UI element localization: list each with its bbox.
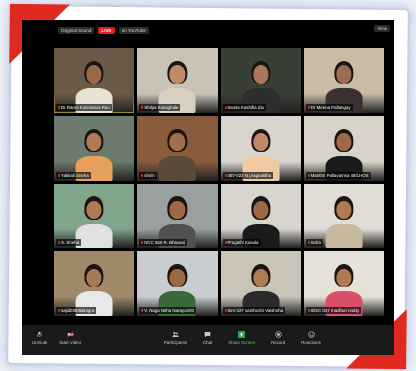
muted-microphone-icon bbox=[224, 241, 227, 245]
muted-microphone-icon bbox=[58, 241, 60, 245]
video-off-icon bbox=[67, 331, 74, 338]
participant-video-tile[interactable]: sajid0363talnigra bbox=[54, 251, 135, 316]
participant-name-label: 487-023 N pragnalitha bbox=[222, 171, 273, 179]
reactions-label: Reactions bbox=[301, 340, 321, 345]
participant-name: shirin bbox=[144, 172, 155, 178]
muted-microphone-icon bbox=[224, 105, 227, 109]
participant-video-tile[interactable]: Pragathi Kasula bbox=[220, 183, 301, 249]
participant-name-label: Dr Meena Pallangay bbox=[305, 103, 353, 111]
live-stream-menu[interactable]: on YouTube bbox=[118, 26, 149, 34]
muted-microphone-icon bbox=[58, 173, 60, 177]
participant-name-label: Yakkali Sneha bbox=[56, 171, 91, 179]
participant-body bbox=[325, 223, 363, 249]
participant-video-tile[interactable]: Sweta Kashifia Zia bbox=[220, 48, 301, 113]
muted-microphone-icon bbox=[224, 309, 227, 312]
participant-body bbox=[75, 223, 113, 249]
participant-name: Yakkali Sneha bbox=[61, 172, 89, 178]
participant-video-tile[interactable]: Sirri 027 santhoshi Vaishnha bbox=[220, 251, 301, 316]
meeting-topbar: Original Sound LIVE on YouTube bbox=[22, 20, 394, 40]
smiley-face-icon bbox=[307, 331, 315, 338]
start-video-button[interactable]: Start Video bbox=[59, 331, 81, 345]
record-button[interactable]: Record bbox=[271, 331, 285, 345]
participant-video-tile[interactable]: Yakkali Sneha bbox=[54, 115, 135, 181]
participant-video-tile[interactable]: V. Naga Nitha Narayo200 bbox=[137, 251, 218, 316]
participant-name-label: S. Sneha bbox=[56, 239, 82, 247]
participant-name-label: Indra bbox=[305, 239, 323, 247]
participant-name-label: Manthri Pallavamsa 48/1HOS bbox=[305, 171, 371, 179]
participant-name: S. Sneha bbox=[61, 240, 80, 246]
muted-microphone-icon bbox=[58, 309, 60, 312]
participant-video-tile[interactable]: Indra bbox=[303, 183, 384, 249]
muted-microphone-icon bbox=[307, 241, 310, 245]
share-screen-label: Share Screen bbox=[228, 340, 256, 345]
participant-name: Pragathi Kasula bbox=[227, 240, 259, 246]
participant-name: IDSC 047 madhuri reddy bbox=[310, 308, 360, 313]
participant-name: Shilpa Kasaghale bbox=[144, 104, 179, 110]
participant-name: NCC 550 R. Bhavani bbox=[144, 240, 186, 246]
participant-name-label: NCC 550 R. Bhavani bbox=[139, 239, 188, 247]
participant-video-tile[interactable]: Dr Meena Pallangay bbox=[303, 48, 384, 113]
participant-video-tile[interactable]: IDSC 047 madhuri reddy bbox=[303, 251, 384, 316]
participant-name: Sirri 027 santhoshi Vaishnha bbox=[227, 308, 284, 313]
participants-icon bbox=[172, 331, 179, 337]
muted-microphone-icon bbox=[141, 105, 144, 109]
participant-name-label: sajid0363talnigra bbox=[56, 307, 97, 314]
participant-name-label: Pragathi Kasula bbox=[222, 239, 261, 247]
start-video-label: Start Video bbox=[59, 340, 82, 345]
participant-name: Indra bbox=[310, 240, 321, 246]
participant-name-label: Sirri 027 santhoshi Vaishnha bbox=[222, 307, 286, 314]
participant-name-label: IDSC 047 madhuri reddy bbox=[305, 307, 362, 314]
muted-microphone-icon bbox=[307, 173, 310, 177]
share-screen-icon bbox=[238, 331, 246, 338]
record-icon bbox=[275, 331, 282, 338]
participant-name: Manthri Pallavamsa 48/1HOS bbox=[310, 172, 369, 178]
chat-label: Chat bbox=[202, 340, 213, 345]
participant-name: Sweta Kashifia Zia bbox=[227, 104, 264, 110]
chat-button[interactable]: Chat bbox=[203, 331, 212, 345]
participant-video-tile[interactable]: shirin bbox=[137, 115, 218, 181]
participant-video-tile[interactable]: 487-023 N pragnalitha bbox=[220, 115, 301, 181]
muted-microphone-icon bbox=[307, 309, 310, 312]
unmute-button[interactable]: Unmute bbox=[32, 331, 47, 345]
participant-name: Dr Meena Pallangay bbox=[310, 104, 351, 110]
live-badge: LIVE bbox=[98, 26, 115, 34]
participant-name: sajid0363talnigra bbox=[61, 308, 95, 313]
participant-name: 487-023 N pragnalitha bbox=[227, 172, 271, 178]
record-label: Record bbox=[271, 340, 286, 345]
participant-video-tile[interactable]: NCC 550 R. Bhavani bbox=[137, 183, 218, 249]
muted-microphone-icon bbox=[307, 105, 310, 109]
muted-microphone-icon bbox=[58, 105, 60, 109]
original-sound-toggle[interactable]: Original Sound bbox=[58, 26, 95, 34]
participant-name-label: shirin bbox=[139, 171, 157, 179]
share-screen-button[interactable]: Share Screen bbox=[228, 331, 255, 345]
zoom-meeting-window: Original Sound LIVE on YouTube View Dr R… bbox=[22, 20, 394, 355]
muted-microphone-icon bbox=[141, 173, 144, 177]
microphone-muted-icon bbox=[36, 331, 43, 338]
participant-body bbox=[158, 155, 196, 181]
chat-bubble-icon bbox=[204, 332, 211, 338]
participant-name-label: V. Naga Nitha Narayo200 bbox=[139, 307, 196, 314]
muted-microphone-icon bbox=[141, 309, 144, 312]
participant-video-tile[interactable]: Shilpa Kasaghale bbox=[137, 48, 218, 113]
muted-microphone-icon bbox=[141, 241, 144, 245]
muted-microphone-icon bbox=[224, 173, 227, 177]
participants-label: Participants bbox=[164, 340, 187, 345]
participants-button[interactable]: Participants bbox=[164, 331, 187, 345]
participant-name-label: Shilpa Kasaghale bbox=[139, 103, 181, 111]
meeting-toolbar: Unmute Start Video Participants Chat Sha… bbox=[22, 325, 394, 355]
participant-name: V. Naga Nitha Narayo200 bbox=[144, 308, 194, 313]
reactions-button[interactable]: Reactions bbox=[301, 331, 321, 345]
view-button[interactable]: View bbox=[374, 25, 390, 32]
participant-video-tile[interactable]: S. Sneha bbox=[54, 183, 135, 249]
participant-name-label: Sweta Kashifia Zia bbox=[222, 103, 266, 111]
participant-name-label: Dr Ramu Koteswara Rao bbox=[56, 103, 112, 111]
gallery-view: Dr Ramu Koteswara Rao Shilpa Kasaghale Swe… bbox=[54, 48, 384, 316]
participant-video-tile[interactable]: Manthri Pallavamsa 48/1HOS bbox=[303, 115, 384, 181]
participant-name: Dr Ramu Koteswara Rao bbox=[61, 104, 110, 110]
participant-video-tile[interactable]: Dr Ramu Koteswara Rao bbox=[54, 48, 135, 113]
unmute-label: Unmute bbox=[32, 340, 48, 345]
